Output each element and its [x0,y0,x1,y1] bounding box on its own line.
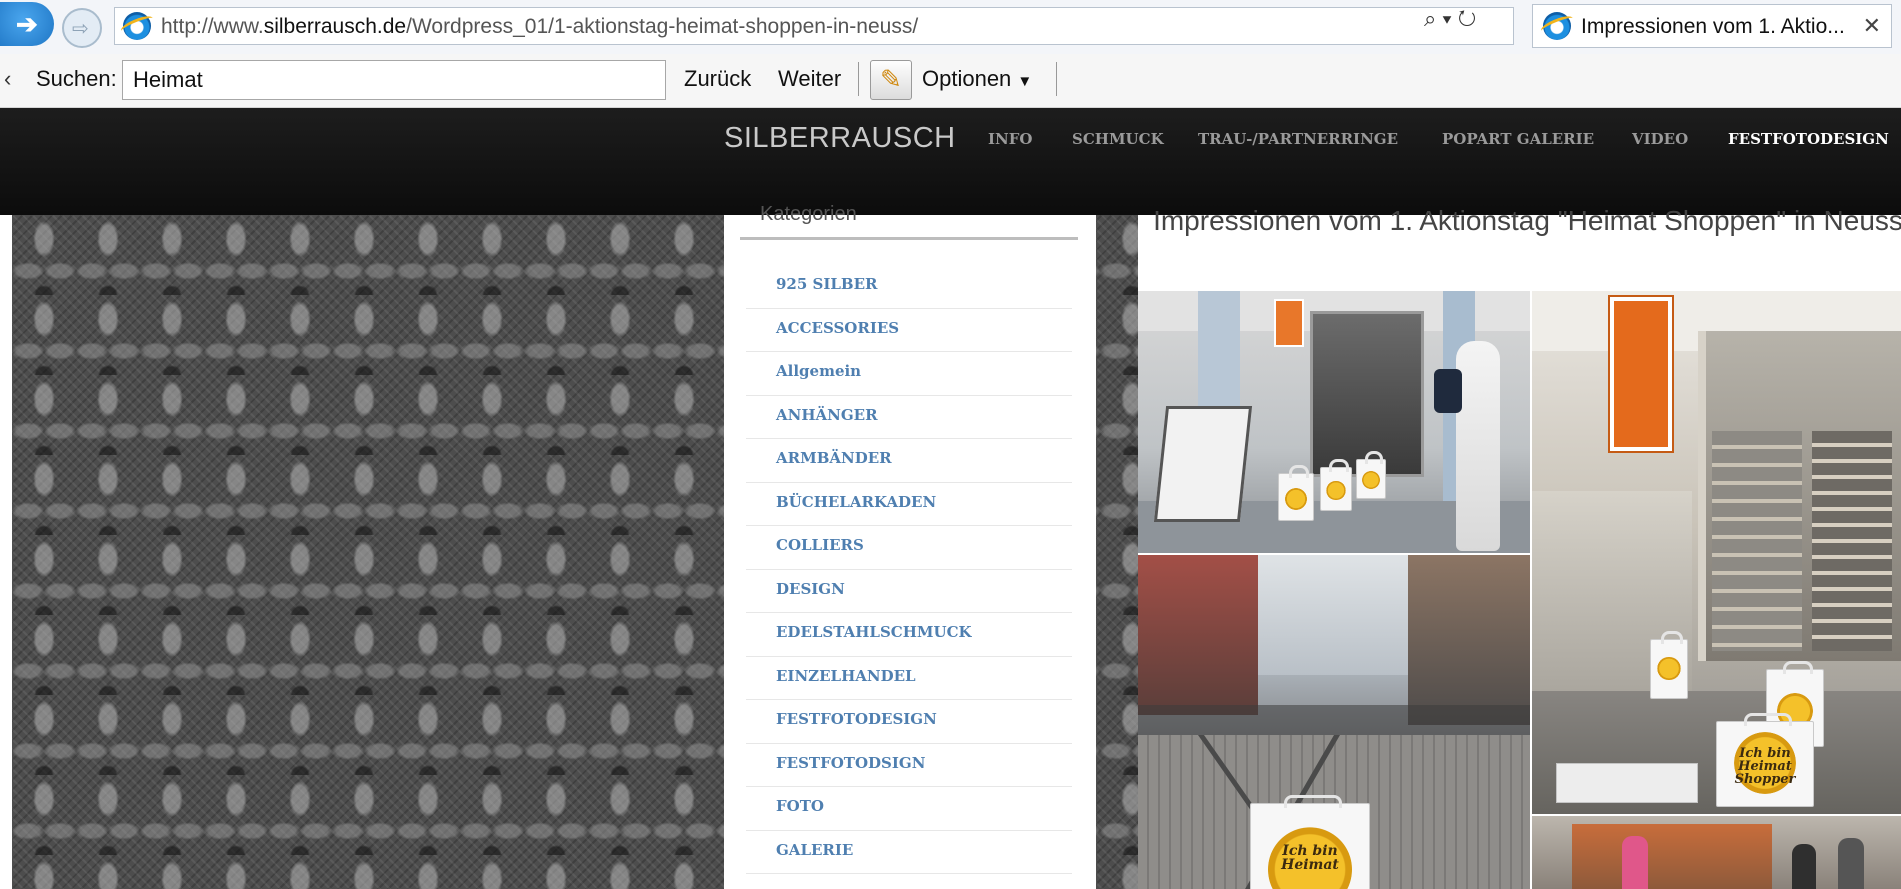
back-button[interactable]: ➔ [0,2,54,46]
browser-address-bar: ➔ ⇨ http://www.silberrausch.de/Wordpress… [0,0,1901,54]
category-link[interactable]: ACCESSORIES [746,309,1072,352]
shopping-bag [1650,631,1688,699]
category-link[interactable]: FESTFOTODESIGN [746,700,1072,744]
photo-building-left [1138,555,1258,715]
gallery-photo-shop-front[interactable] [1532,816,1901,889]
bag-text-line: Shopper [1734,772,1796,788]
category-link[interactable]: BÜCHELARKADEN [746,483,1072,526]
bag-logo [1285,487,1307,510]
tab-close-icon[interactable]: ✕ [1863,13,1881,39]
url-text[interactable]: http://www.silberrausch.de/Wordpress_01/… [161,15,918,39]
find-previous-button[interactable]: Zurück [684,66,751,92]
url-path: /Wordpress_01/1-aktionstag-heimat-shoppe… [406,15,919,38]
photo-person [1838,838,1864,889]
search-refresh-icons[interactable]: ⌕ ▾ ↻ [1424,6,1476,32]
photo-awning [1572,824,1772,889]
find-bar-close-icon[interactable]: ‹ [4,66,11,92]
photo-person [1622,836,1648,889]
category-link[interactable]: 925 SILBER [746,265,1072,309]
shopping-bag: Ich bin Heimat Shopper [1716,713,1814,807]
category-link[interactable]: EDELSTAHLSCHMUCK [746,613,1072,657]
photo-orange-sign [1610,297,1672,451]
photo-person [1792,844,1816,889]
photo-display [1712,431,1802,651]
gallery-photo-street[interactable]: Ich bin Heimat [1138,555,1530,889]
site-logo[interactable]: SILBERRAUSCH [724,122,956,155]
nav-festfotodesign[interactable]: FESTFOTODESIGN [1728,130,1889,148]
bag-text: Ich bin Heimat [1251,844,1369,872]
shopping-bag: Ich bin Heimat [1250,795,1370,889]
browser-tab[interactable]: Impressionen vom 1. Aktio... ✕ [1532,4,1892,48]
photo-bags-on-floor [1556,763,1698,803]
category-link[interactable]: ARMBÄNDER [746,439,1072,483]
bag-logo [1326,480,1346,500]
gallery-photo-storefront[interactable] [1138,291,1530,553]
find-label: Suchen: [36,66,117,91]
sidebar-divider [740,237,1078,240]
photo-display [1812,431,1892,651]
category-link[interactable]: COLLIERS [746,526,1072,570]
post-content: Impressionen vom 1. Aktionstag "Heimat S… [1138,205,1901,889]
bag-logo [1362,471,1380,490]
post-title: Impressionen vom 1. Aktionstag "Heimat S… [1153,205,1901,236]
category-link[interactable]: EINZELHANDEL [746,657,1072,700]
shopping-bag [1356,451,1386,499]
site-header: SILBERRAUSCH INFO SCHMUCK TRAU-/PARTNERR… [0,108,1901,215]
find-input[interactable] [122,60,666,100]
nav-popart-galerie[interactable]: POPART GALERIE [1442,130,1594,148]
shopping-bag [1320,459,1352,511]
options-separator [1056,62,1057,96]
nav-video[interactable]: VIDEO [1632,130,1688,148]
url-prefix: http://www. [161,15,264,38]
bag-text-line: Heimat [1281,856,1339,873]
category-sidebar: Kategorien 925 SILBER ACCESSORIES Allgem… [724,203,1096,889]
photo-person [1456,341,1500,551]
bag-logo [1657,657,1681,681]
tab-title: Impressionen vom 1. Aktio... [1581,15,1845,38]
pencil-icon: ✎ [880,64,902,94]
category-list: 925 SILBER ACCESSORIES Allgemein ANHÄNGE… [746,265,1072,874]
find-next-button[interactable]: Weiter [778,66,841,92]
forward-arrow-icon: ⇨ [72,18,89,40]
photo-gallery: Ich bin Heimat Shopper Ich bin Heimat [1138,291,1901,889]
back-arrow-icon: ➔ [16,9,38,39]
find-separator [858,62,859,96]
category-link[interactable]: FESTFOTODSIGN [746,744,1072,787]
forward-button[interactable]: ⇨ [62,8,102,48]
highlight-button[interactable]: ✎ [870,60,912,100]
bag-text: Ich bin Heimat Shopper [1717,747,1813,786]
shopping-bag [1278,465,1314,521]
options-label: Optionen [922,66,1012,91]
category-link[interactable]: FOTO [746,787,1072,831]
photo-sky [1258,555,1408,675]
category-link[interactable]: GALERIE [746,831,1072,874]
url-field[interactable]: http://www.silberrausch.de/Wordpress_01/… [114,7,1514,45]
photo-building-right [1408,555,1530,725]
category-link[interactable]: DESIGN [746,570,1072,613]
nav-info[interactable]: INFO [988,130,1032,148]
options-button[interactable]: Optionen ▼ [922,66,1032,92]
sidebar-title: Kategorien [760,203,857,225]
ie-page-icon [123,12,151,40]
category-link[interactable]: Allgemein [746,352,1072,396]
chevron-down-icon: ▼ [1017,73,1033,90]
photo-crowd [1138,705,1530,735]
photo-sidewalk-sign [1153,406,1253,522]
photo-handbag [1434,369,1462,413]
url-domain: silberrausch.de [263,15,407,38]
nav-schmuck[interactable]: SCHMUCK [1072,130,1164,148]
photo-orange-sign [1274,299,1304,347]
nav-trau-partnerringe[interactable]: TRAU-/PARTNERRINGE [1198,130,1398,148]
ie-tab-icon [1543,12,1571,40]
gallery-photo-arcade[interactable]: Ich bin Heimat Shopper [1532,291,1901,814]
category-link[interactable]: ANHÄNGER [746,396,1072,439]
find-bar: ‹ Suchen: Zurück Weiter ✎ Optionen ▼ [0,54,1901,108]
